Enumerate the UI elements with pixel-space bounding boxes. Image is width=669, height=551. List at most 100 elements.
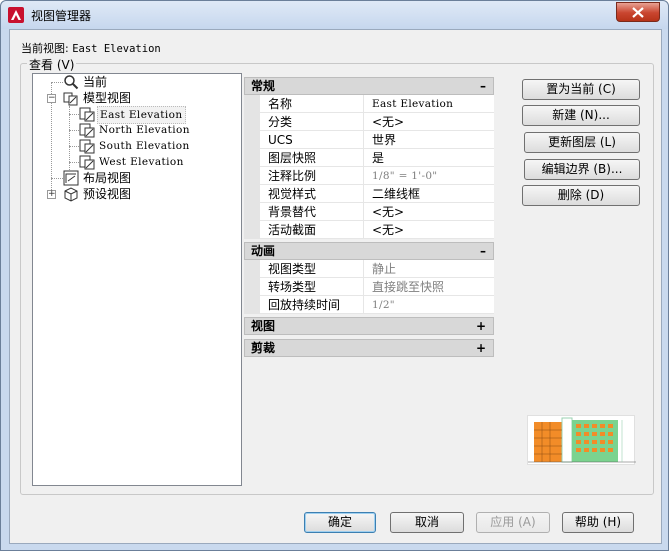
- property-row[interactable]: 注释比例 1/8" = 1'-0": [244, 167, 494, 185]
- expand-icon[interactable]: +: [476, 318, 486, 334]
- property-name: 转场类型: [260, 278, 364, 296]
- cancel-button[interactable]: 取消: [390, 512, 464, 533]
- autocad-app-icon: [8, 7, 24, 23]
- model-views-icon: [63, 92, 78, 106]
- property-value: 二维线框: [364, 185, 494, 203]
- views-group-label: 查看 (V): [27, 56, 77, 73]
- property-row[interactable]: 回放持续时间 1/2": [244, 296, 494, 314]
- property-row[interactable]: 图层快照是: [244, 149, 494, 167]
- property-row[interactable]: 视图类型 静止: [244, 260, 494, 278]
- row-gutter: [244, 113, 260, 131]
- current-view-label: 当前视图:: [21, 42, 69, 55]
- close-button[interactable]: [616, 2, 660, 22]
- property-name: 分类: [260, 113, 364, 131]
- view-icon: [79, 123, 95, 138]
- view-preview-thumbnail: [527, 415, 636, 465]
- row-gutter: [244, 203, 260, 221]
- tree-label-layout-views: 布局视图: [83, 171, 132, 185]
- row-gutter: [244, 131, 260, 149]
- close-icon: [632, 7, 644, 18]
- row-gutter: [244, 167, 260, 185]
- view-icon: [79, 107, 95, 122]
- property-value: <无>: [364, 203, 494, 221]
- property-row[interactable]: UCS 世界: [244, 131, 494, 149]
- property-row[interactable]: 名称 East Elevation: [244, 95, 494, 113]
- tree-item-preset-views[interactable]: + 预设视图: [33, 186, 233, 202]
- tree-item-view[interactable]: North Elevation: [33, 122, 233, 138]
- collapse-icon[interactable]: –: [480, 78, 486, 94]
- tree-label-view: North Elevation: [99, 124, 190, 136]
- property-name: 背景替代: [260, 203, 364, 221]
- tree-label-view: South Elevation: [99, 140, 190, 152]
- section-general-title: 常规: [251, 79, 276, 93]
- section-animation-title: 动画: [251, 244, 276, 258]
- edit-boundaries-button[interactable]: 编辑边界 (B)...: [524, 159, 640, 180]
- apply-button[interactable]: 应用 (A): [476, 512, 550, 533]
- layout-views-icon: [63, 170, 79, 186]
- property-row[interactable]: 分类 <无>: [244, 113, 494, 131]
- property-value: 直接跳至快照: [364, 278, 494, 296]
- row-gutter: [244, 221, 260, 239]
- collapse-toggle[interactable]: −: [47, 94, 56, 103]
- row-gutter: [244, 149, 260, 167]
- property-name: 注释比例: [260, 167, 364, 185]
- tree-item-layout-views[interactable]: 布局视图: [33, 170, 233, 186]
- view-manager-window: 视图管理器 当前视图: East Elevation 查看 (V) 当前 − 模…: [0, 0, 669, 551]
- section-view-title: 视图: [251, 319, 276, 333]
- property-value: East Elevation: [364, 95, 494, 113]
- help-button[interactable]: 帮助 (H): [562, 512, 634, 533]
- ok-button[interactable]: 确定: [304, 512, 376, 533]
- delete-view-button[interactable]: 删除 (D): [522, 185, 640, 206]
- property-row[interactable]: 活动截面 <无>: [244, 221, 494, 239]
- property-name: 视觉样式: [260, 185, 364, 203]
- view-icon: [79, 139, 95, 154]
- property-value: <无>: [364, 221, 494, 239]
- property-value: 世界: [364, 131, 494, 149]
- section-general-header[interactable]: 常规 –: [244, 77, 494, 95]
- property-name: 视图类型: [260, 260, 364, 278]
- dialog-client-area: 当前视图: East Elevation 查看 (V) 当前 − 模型视图 Ea…: [9, 29, 662, 544]
- tree-label-current: 当前: [83, 75, 108, 89]
- section-clip-header[interactable]: 剪裁 +: [244, 339, 494, 357]
- row-gutter: [244, 260, 260, 278]
- expand-icon[interactable]: +: [476, 340, 486, 356]
- property-name: 活动截面: [260, 221, 364, 239]
- views-tree[interactable]: 当前 − 模型视图 East Elevation North Elevation…: [32, 73, 242, 486]
- title-bar[interactable]: 视图管理器: [1, 1, 668, 29]
- property-value: 1/8" = 1'-0": [364, 167, 494, 185]
- view-icon: [79, 155, 95, 170]
- tree-item-view[interactable]: East Elevation: [33, 106, 233, 124]
- preset-views-cube-icon: [64, 187, 78, 202]
- tree-item-view[interactable]: West Elevation: [33, 154, 233, 170]
- tree-label-model-views: 模型视图: [83, 91, 132, 105]
- row-gutter: [244, 185, 260, 203]
- property-row[interactable]: 视觉样式 二维线框: [244, 185, 494, 203]
- section-animation-header[interactable]: 动画 –: [244, 242, 494, 260]
- property-row[interactable]: 背景替代 <无>: [244, 203, 494, 221]
- tree-item-view[interactable]: South Elevation: [33, 138, 233, 154]
- row-gutter: [244, 278, 260, 296]
- window-title: 视图管理器: [31, 9, 92, 23]
- property-name: 名称: [260, 95, 364, 113]
- collapse-icon[interactable]: –: [480, 243, 486, 259]
- new-view-button[interactable]: 新建 (N)...: [522, 105, 640, 126]
- property-name: 图层快照: [260, 149, 364, 167]
- set-current-button[interactable]: 置为当前 (C): [522, 79, 640, 100]
- elevation-preview-image: [528, 417, 636, 463]
- property-value: <无>: [364, 113, 494, 131]
- update-layers-button[interactable]: 更新图层 (L): [524, 132, 640, 153]
- section-view-header[interactable]: 视图 +: [244, 317, 494, 335]
- section-clip-title: 剪裁: [251, 341, 276, 355]
- property-name: UCS: [260, 131, 364, 149]
- tree-label-preset-views: 预设视图: [83, 187, 132, 201]
- expand-toggle[interactable]: +: [47, 190, 56, 199]
- property-name: 回放持续时间: [260, 296, 364, 314]
- tree-label-view: West Elevation: [99, 156, 184, 168]
- magnifier-icon: [64, 75, 79, 90]
- property-value: 静止: [364, 260, 494, 278]
- property-value: 是: [364, 149, 494, 167]
- current-view-value: East Elevation: [72, 43, 161, 55]
- tree-item-current[interactable]: 当前: [33, 74, 233, 90]
- tree-item-model-views[interactable]: − 模型视图: [33, 90, 233, 106]
- property-row[interactable]: 转场类型 直接跳至快照: [244, 278, 494, 296]
